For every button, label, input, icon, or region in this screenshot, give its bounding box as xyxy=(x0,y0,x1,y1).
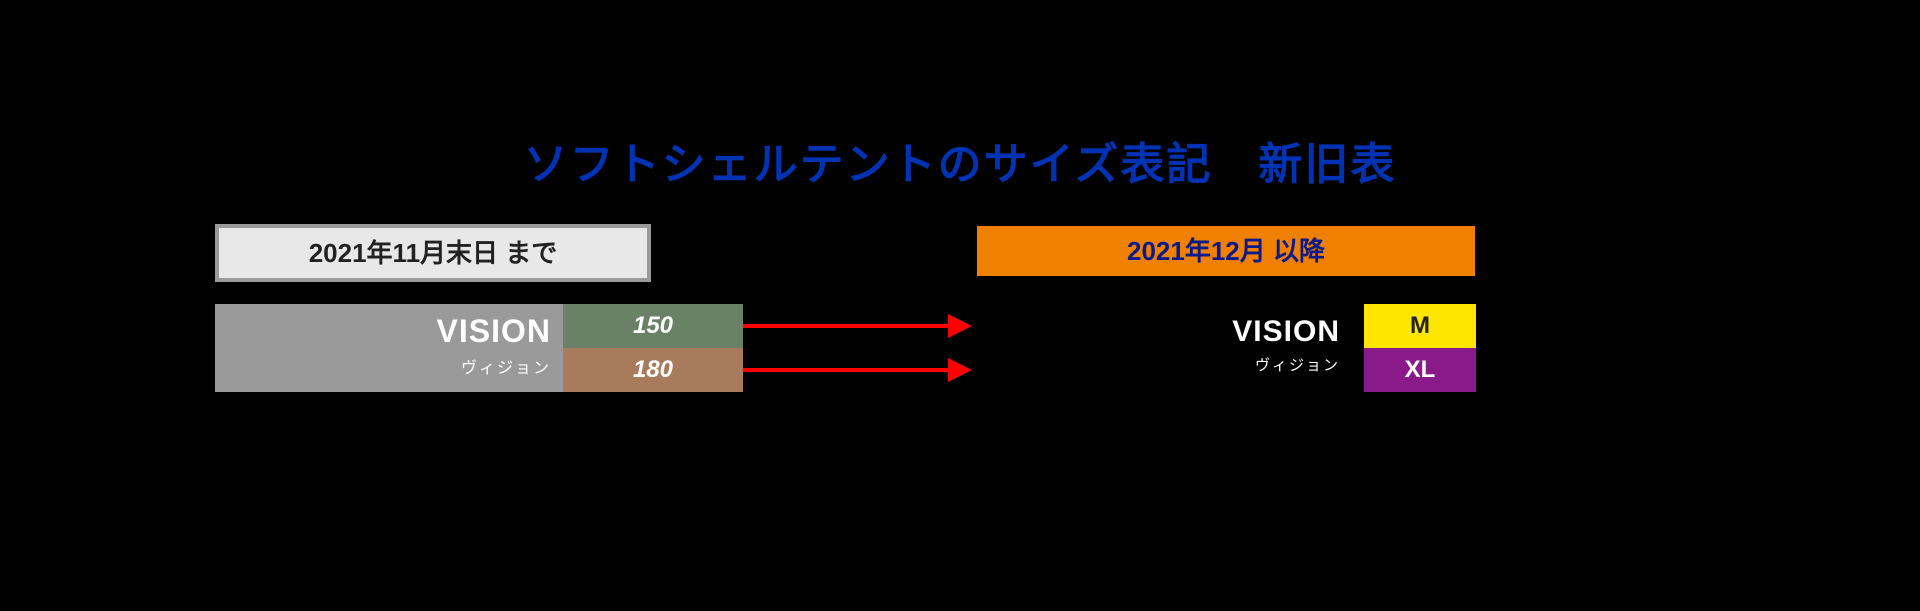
arrow-icon xyxy=(948,358,972,382)
new-size-xl: XL xyxy=(1364,348,1476,392)
old-size-150: 150 xyxy=(563,304,743,348)
new-product-label-en: VISION xyxy=(977,315,1340,349)
old-product-label-jp: ヴィジョン xyxy=(215,354,551,378)
arrow-icon xyxy=(948,314,972,338)
new-header: 2021年12月 以降 xyxy=(977,226,1475,276)
old-header: 2021年11月末日 まで xyxy=(215,224,651,282)
old-size-180: 180 xyxy=(563,348,743,392)
arrow-icon xyxy=(743,368,953,372)
new-product-label-jp: ヴィジョン xyxy=(977,354,1340,375)
page-title: ソフトシェルテントのサイズ表記 新旧表 xyxy=(0,128,1920,192)
arrow-icon xyxy=(743,324,953,328)
new-size-m: M xyxy=(1364,304,1476,348)
old-product-label-en: VISION xyxy=(215,313,551,350)
